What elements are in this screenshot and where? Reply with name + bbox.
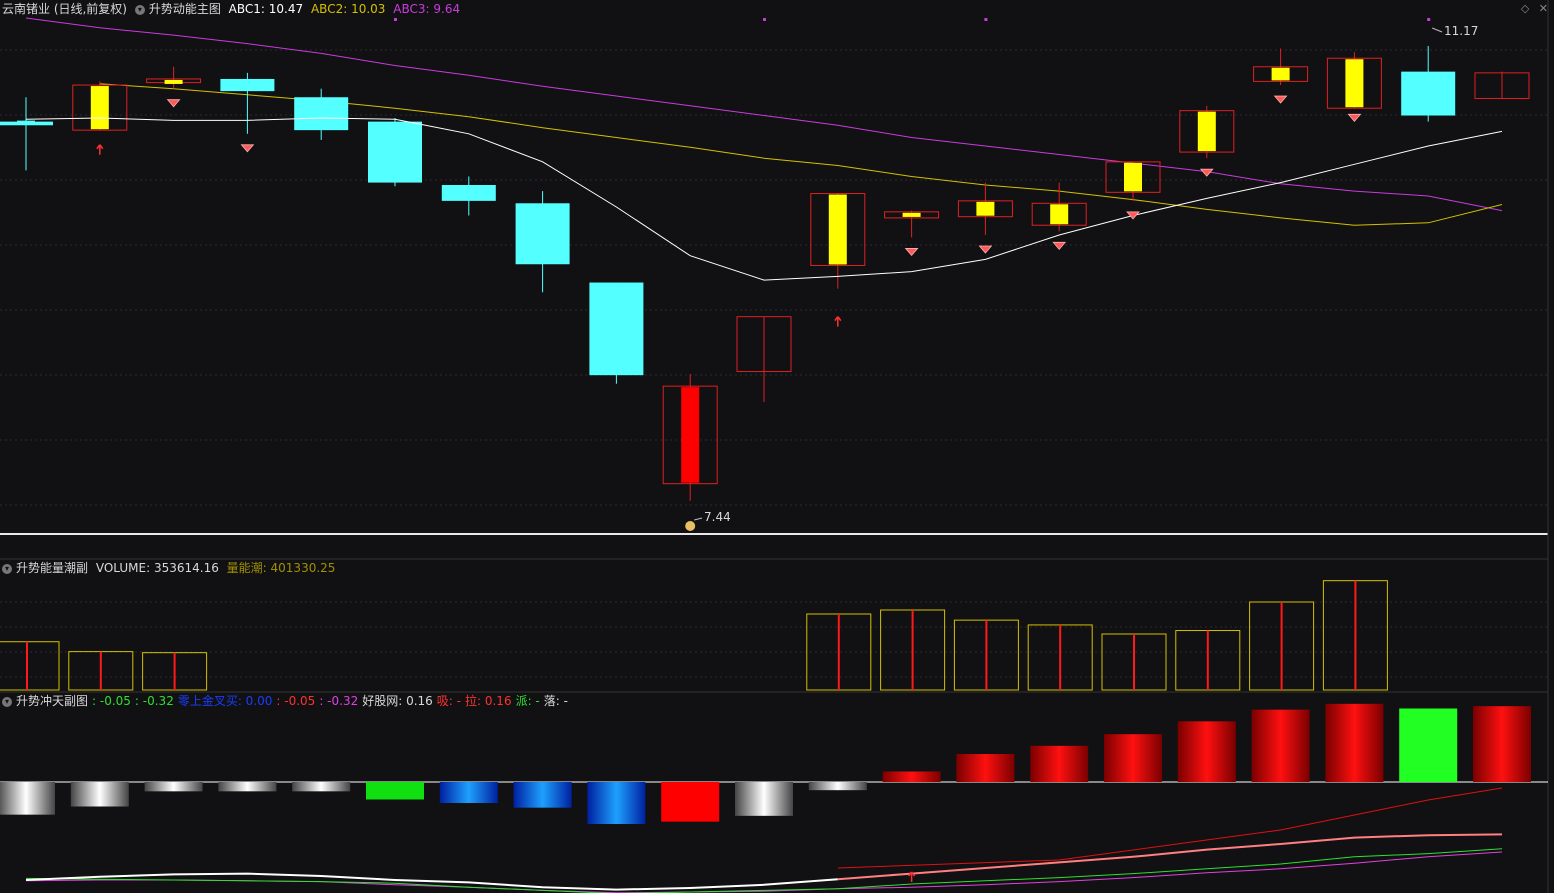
sub-bar [587, 782, 646, 824]
sub-value-0: : -0.05 [92, 694, 131, 708]
candle-inner-bar [164, 79, 183, 84]
sub-bar [956, 754, 1015, 782]
top-marker-dot [984, 18, 988, 21]
candle-inner-bar [681, 387, 700, 483]
main-panel-header: 云南锗业 (日线,前复权) ▾ 升势动能主图 ABC1: 10.47 ABC2: … [2, 1, 464, 17]
diamond-signal-icon [166, 99, 181, 108]
sub-bar [439, 782, 498, 803]
candle-body [368, 121, 422, 183]
sub-bar [1473, 706, 1531, 782]
candle-inner-bar [976, 201, 995, 216]
main-indicator-name[interactable]: 升势动能主图 [149, 2, 221, 16]
chart-canvas[interactable] [0, 0, 1554, 893]
sub-value-9: 落: - [543, 694, 568, 708]
diamond-signal-icon [1347, 113, 1362, 122]
high-price-label: 11.17 [1444, 24, 1479, 38]
sub-value-5: 好股网: 0.16 [362, 694, 433, 708]
candle-inner-bar [1345, 59, 1364, 108]
sub-bar [1325, 703, 1384, 782]
sub-bar [0, 782, 55, 815]
sub-bar [1104, 734, 1162, 782]
candle-inner-bar [1050, 204, 1069, 225]
volume-value: VOLUME: 353614.16 [95, 561, 219, 575]
candle-body [589, 282, 644, 376]
candle-body [294, 97, 349, 131]
sub-value-8: 派: - [515, 694, 540, 708]
diamond-signal-icon [240, 144, 255, 153]
sub-pink-line [837, 833, 1503, 881]
low-point-coin-icon [685, 521, 696, 531]
sub-magenta-line [25, 851, 1503, 893]
candle-inner-bar [17, 120, 35, 124]
sub-bar [1177, 721, 1236, 782]
sub-bar [661, 782, 720, 822]
sub-bar [1030, 745, 1089, 782]
chevron-down-icon[interactable]: ▾ [134, 4, 145, 15]
diamond-icon[interactable]: ◇ [1521, 2, 1529, 15]
sub-value-2: 零上金叉买: 0.00 [177, 694, 273, 708]
candle-body [515, 203, 570, 265]
diamond-signal-icon [904, 248, 919, 257]
candle-body [1401, 71, 1456, 116]
sub-bar [292, 782, 351, 792]
sub-bar [218, 782, 277, 792]
sub-white-line [25, 872, 838, 891]
sub-bar [882, 771, 941, 782]
sub-value-7: 拉: 0.16 [465, 694, 512, 708]
volume-bar [0, 641, 60, 691]
sub-value-1: : -0.32 [134, 694, 174, 708]
top-marker-dot [763, 18, 766, 21]
chevron-down-icon[interactable]: ▾ [2, 563, 12, 574]
obv-value: 量能潮: 401330.25 [226, 561, 336, 575]
sub-red-line [837, 787, 1503, 869]
sub-value-3: : -0.05 [276, 694, 316, 708]
candle-inner-bar [1124, 162, 1142, 192]
abc2-value: ABC2: 10.03 [310, 2, 386, 16]
sub-bar [1251, 709, 1310, 782]
diamond-signal-icon [978, 245, 993, 254]
sub-indicator-values: : -0.05: -0.32 零上金叉买: 0.00: -0.05: -0.32 好… [92, 694, 572, 708]
candle-inner-bar [1197, 111, 1216, 152]
sub-bar [366, 782, 424, 800]
sub-bar [513, 782, 572, 808]
diamond-signal-icon [1126, 211, 1140, 220]
sub-bar [808, 782, 867, 791]
sub-indicator-name[interactable]: 升势冲天副图 [16, 694, 88, 708]
buy-arrow-icon [834, 316, 842, 327]
candle-inner-bar [902, 212, 921, 217]
sub-bar [1399, 708, 1458, 782]
candle-body [220, 78, 275, 92]
candle-body [441, 185, 496, 201]
low-price-label: 7.44 [704, 510, 731, 524]
candle-inner-bar [1271, 67, 1290, 81]
abc1-value: ABC1: 10.47 [228, 2, 304, 16]
buy-arrow-icon [96, 144, 104, 155]
candle-inner-bar [90, 86, 109, 130]
abc3-value: ABC3: 9.64 [393, 2, 461, 16]
diamond-signal-icon [1052, 241, 1067, 250]
top-marker-dot [1427, 18, 1431, 21]
sub-value-4: : -0.32 [319, 694, 359, 708]
sub-value-6: 吸: - [436, 694, 461, 708]
sub-bar [735, 782, 793, 816]
high-label-pointer [1432, 27, 1443, 33]
diamond-signal-icon [1273, 95, 1288, 104]
sub-green-line [25, 848, 1503, 893]
volume-indicator-name[interactable]: 升势能量潮副 [16, 561, 88, 575]
candle-inner-bar [828, 194, 847, 265]
sub-bar [144, 782, 203, 792]
panel-tools: ◇ ✕ [1515, 2, 1548, 15]
sub-bar [70, 782, 129, 807]
close-icon[interactable]: ✕ [1539, 2, 1548, 15]
top-marker-dot [394, 18, 397, 21]
low-label-pointer [694, 517, 703, 521]
stock-title: 云南锗业 (日线,前复权) [2, 2, 127, 16]
sub-panel-header: ▾ 升势冲天副图: -0.05: -0.32 零上金叉买: 0.00: -0.05:… [2, 693, 576, 709]
volume-panel-header: ▾ 升势能量潮副 VOLUME: 353614.16 量能潮: 401330.25 [2, 560, 339, 576]
chevron-down-icon[interactable]: ▾ [2, 696, 12, 707]
abc1-line [25, 117, 1503, 281]
